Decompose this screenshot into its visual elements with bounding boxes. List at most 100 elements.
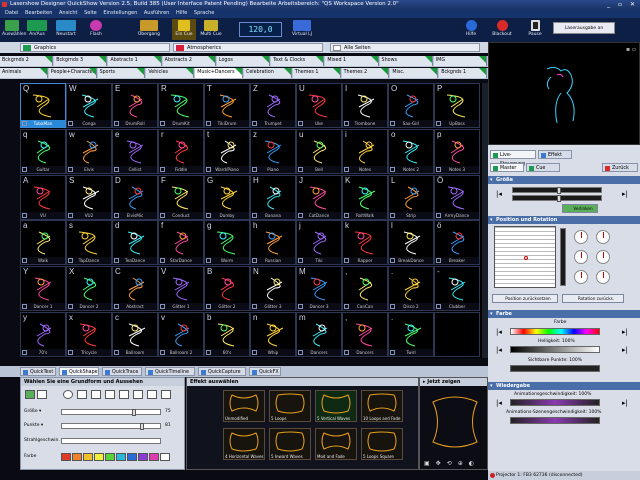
category-tab-row2-7[interactable]: Shows: [379, 56, 433, 66]
cue-cell[interactable]: B Glitter 2: [204, 266, 250, 312]
tab-quicktext[interactable]: QuickText: [20, 367, 56, 376]
cue-cell[interactable]: . Disco 2: [388, 266, 434, 312]
effect-tile[interactable]: 5 Loops: [269, 390, 311, 422]
cue-cell[interactable]: j Tiki: [296, 220, 342, 266]
size-slider[interactable]: [61, 409, 161, 416]
cue-cell[interactable]: t Ward/Piano: [204, 128, 250, 174]
points-value[interactable]: 81: [165, 423, 171, 428]
category-tab-row2-2[interactable]: Abstracts 1: [108, 56, 162, 66]
cue-cell[interactable]: X Dancer 2: [66, 266, 112, 312]
category-tab-row3-0[interactable]: Animals: [0, 68, 48, 78]
cue-cell[interactable]: O Sax-Girl: [388, 83, 434, 128]
cue-cell[interactable]: A VU: [20, 174, 66, 220]
shape-curve-button[interactable]: [91, 390, 101, 399]
section-playback[interactable]: Wiedergabe: [488, 382, 640, 390]
palette-swatch[interactable]: [105, 453, 115, 461]
menu-hilfe[interactable]: Hilfe: [176, 10, 187, 16]
subtab-cue[interactable]: Cue: [526, 163, 560, 172]
cue-cell[interactable]: n Whip: [250, 312, 296, 357]
position-vertical-slider[interactable]: [560, 228, 566, 286]
cue-cell[interactable]: C Abstract: [112, 266, 158, 312]
category-tab-row3-4[interactable]: Music+Dancers: [195, 68, 243, 78]
back-button[interactable]: Zurück: [602, 163, 638, 172]
cue-cell[interactable]: , CanCan: [342, 266, 388, 312]
size-rewind-icon[interactable]: |◂: [496, 190, 502, 198]
cue-cell[interactable]: s TapDance: [66, 220, 112, 266]
shape-triangle-button[interactable]: [105, 390, 115, 399]
cue-cell[interactable]: W Conga: [66, 83, 112, 128]
tab-quickfx[interactable]: QuickFX: [249, 367, 281, 376]
position-pad[interactable]: [494, 226, 556, 288]
size-slider-knob[interactable]: [132, 409, 136, 416]
menu-datei[interactable]: Datei: [5, 10, 18, 16]
cue-cell[interactable]: d TeaDance: [112, 220, 158, 266]
page-tab-all[interactable]: Alle Seiten: [330, 43, 480, 52]
effect-tile[interactable]: 5 Loops Square: [361, 428, 403, 460]
cue-cell[interactable]: a Walk: [20, 220, 66, 266]
palette-swatch[interactable]: [138, 453, 148, 461]
rotation-dial-2[interactable]: [596, 230, 610, 244]
cue-cell[interactable]: [434, 312, 480, 357]
cue-cell[interactable]: P UpBass: [434, 83, 480, 128]
category-tab-row3-9[interactable]: Bckgnds 1: [439, 68, 487, 78]
section-position-rotation[interactable]: Position und Rotation: [488, 216, 640, 224]
size-forward-icon[interactable]: ▸|: [622, 190, 628, 198]
category-tab-row2-3[interactable]: Abstracts 2: [162, 56, 216, 66]
palette-swatch[interactable]: [94, 453, 104, 461]
cue-cell[interactable]: l BreakDance: [388, 220, 434, 266]
menu-bearbeiten[interactable]: Bearbeiten: [25, 10, 52, 16]
position-crosshair[interactable]: [524, 256, 528, 260]
beam-speed-slider[interactable]: [61, 438, 161, 444]
category-tab-row3-2[interactable]: Sports: [97, 68, 146, 78]
cue-cell[interactable]: M Dancer 3: [296, 266, 342, 312]
speed-display[interactable]: 120,0: [239, 22, 282, 37]
tab-live-control[interactable]: Live-Steuerung: [490, 150, 536, 167]
cue-cell[interactable]: v Ballroom 2: [158, 312, 204, 357]
onoff-button[interactable]: An/Aus: [24, 19, 50, 40]
laser-output-button[interactable]: Laserausgabe an: [553, 22, 615, 34]
tab-quickshape[interactable]: QuickShape: [59, 367, 99, 376]
cue-cell[interactable]: K RoltWalk: [342, 174, 388, 220]
section-size[interactable]: Größe: [488, 176, 640, 184]
palette-swatch[interactable]: [72, 453, 82, 461]
flash-button[interactable]: Flash: [84, 19, 108, 40]
cue-cell[interactable]: m Dancers: [296, 312, 342, 357]
cue-cell[interactable]: k Rapper: [342, 220, 388, 266]
shape-star-button[interactable]: [161, 390, 171, 399]
cue-cell[interactable]: y 70's: [20, 312, 66, 357]
category-tab-row3-8[interactable]: Misc.: [390, 68, 439, 78]
size-y-knob[interactable]: [557, 195, 561, 202]
category-tab-row2-4[interactable]: Logos: [216, 56, 271, 66]
color-rewind-icon[interactable]: |◂: [496, 328, 502, 336]
category-tab-row2-0[interactable]: Bckgrnds 2: [0, 56, 54, 66]
cue-cell[interactable]: N Glitter 3: [250, 266, 296, 312]
cue-cell[interactable]: r Fiddle: [158, 128, 204, 174]
color-forward-icon[interactable]: ▸|: [622, 328, 628, 336]
rotation-dial-4[interactable]: [596, 250, 610, 264]
cue-cell[interactable]: o Notes 2: [388, 128, 434, 174]
shape-eye-button[interactable]: [37, 390, 47, 399]
cue-cell[interactable]: - Clubber: [434, 266, 480, 312]
transition-button[interactable]: Übergang: [134, 19, 164, 40]
link-button[interactable]: Verlinken: [562, 204, 598, 213]
brightness-forward-icon[interactable]: ▸|: [622, 346, 628, 354]
reset-position-button[interactable]: Position zurücksetzen: [492, 294, 558, 303]
rotation-dial-1[interactable]: [574, 230, 588, 244]
category-tab-row3-6[interactable]: Themes 1: [292, 68, 341, 78]
page-tab-atmospherics[interactable]: Atmospherics: [173, 43, 323, 52]
cue-cell[interactable]: f StarDance: [158, 220, 204, 266]
effect-tile[interactable]: Unmodified: [223, 390, 265, 422]
tab-effect[interactable]: Effekt: [538, 150, 572, 159]
cue-cell[interactable]: D ElvisMic: [112, 174, 158, 220]
category-tab-row2-5[interactable]: Text & Clocks: [271, 56, 325, 66]
menu-einstellungen[interactable]: Einstellungen: [103, 10, 137, 16]
cue-cell[interactable]: R DrumKit: [158, 83, 204, 128]
cue-cell[interactable]: , Dancers: [342, 312, 388, 357]
category-tab-row3-3[interactable]: Vehicles: [146, 68, 195, 78]
shape-hexagon-button[interactable]: [147, 390, 157, 399]
cue-cell[interactable]: i Notes: [342, 128, 388, 174]
palette-swatch[interactable]: [83, 453, 93, 461]
select-button[interactable]: Auswählen: [2, 19, 26, 40]
cue-cell[interactable]: Z Trumpet: [250, 83, 296, 128]
section-color[interactable]: Farbe: [488, 310, 640, 318]
